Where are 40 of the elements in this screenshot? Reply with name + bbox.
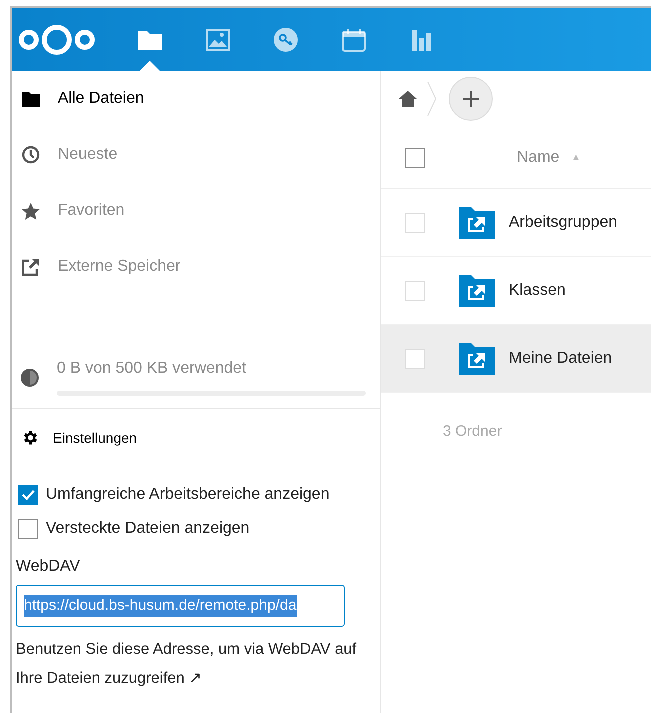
file-name: Klassen (509, 280, 566, 300)
webdav-help-link[interactable]: Benutzen Sie diese Adresse, um via WebDAV auf Ihre Dateien zuzugreifen ↗ (12, 635, 380, 693)
active-indicator-icon (140, 61, 160, 71)
checkbox[interactable] (18, 519, 38, 539)
row-checkbox[interactable] (405, 280, 425, 300)
key-icon (274, 28, 298, 52)
option-label: Umfangreiche Arbeitsbereiche anzeigen (46, 485, 330, 505)
checkmark-icon (22, 490, 34, 500)
shared-folder-icon (459, 342, 495, 374)
plus-icon (463, 91, 479, 107)
shared-folder-icon (459, 206, 495, 238)
bar-chart-icon (411, 28, 433, 50)
quota-text: 0 B von 500 KB verwendet (57, 359, 248, 379)
calendar-icon (342, 28, 366, 52)
webdav-label: WebDAV (15, 557, 82, 577)
nav-item[interactable]: Alle Dateien (12, 71, 380, 127)
add-button[interactable] (449, 77, 493, 121)
select-all-checkbox[interactable] (405, 148, 425, 168)
file-name: Arbeitsgruppen (509, 212, 618, 232)
sort-indicator: ▲ (572, 150, 581, 164)
star-icon (22, 202, 40, 220)
image-icon (206, 28, 230, 50)
folder-icon (22, 92, 40, 106)
row-checkbox[interactable] (405, 212, 425, 232)
row-checkbox[interactable] (405, 348, 425, 368)
webdav-url-field[interactable]: https://cloud.bs-husum.de/remote.php/da (16, 585, 345, 627)
shared-folder-icon (459, 274, 495, 306)
settings-button[interactable]: Einstellungen (12, 409, 380, 467)
file-name: Meine Dateien (509, 348, 612, 368)
checkbox[interactable] (18, 485, 38, 505)
external-link-icon (22, 258, 39, 276)
clock-icon (22, 146, 40, 164)
logo-icon (18, 24, 96, 56)
breadcrumb-separator-icon (427, 81, 437, 117)
option-label: Versteckte Dateien anzeigen (46, 519, 250, 539)
home-icon[interactable] (399, 91, 417, 107)
folder-icon (137, 28, 163, 50)
folder-count: 3 Ordner (442, 422, 504, 442)
file-row[interactable]: Meine Dateien (381, 325, 651, 393)
pie-chart-icon (21, 369, 39, 387)
